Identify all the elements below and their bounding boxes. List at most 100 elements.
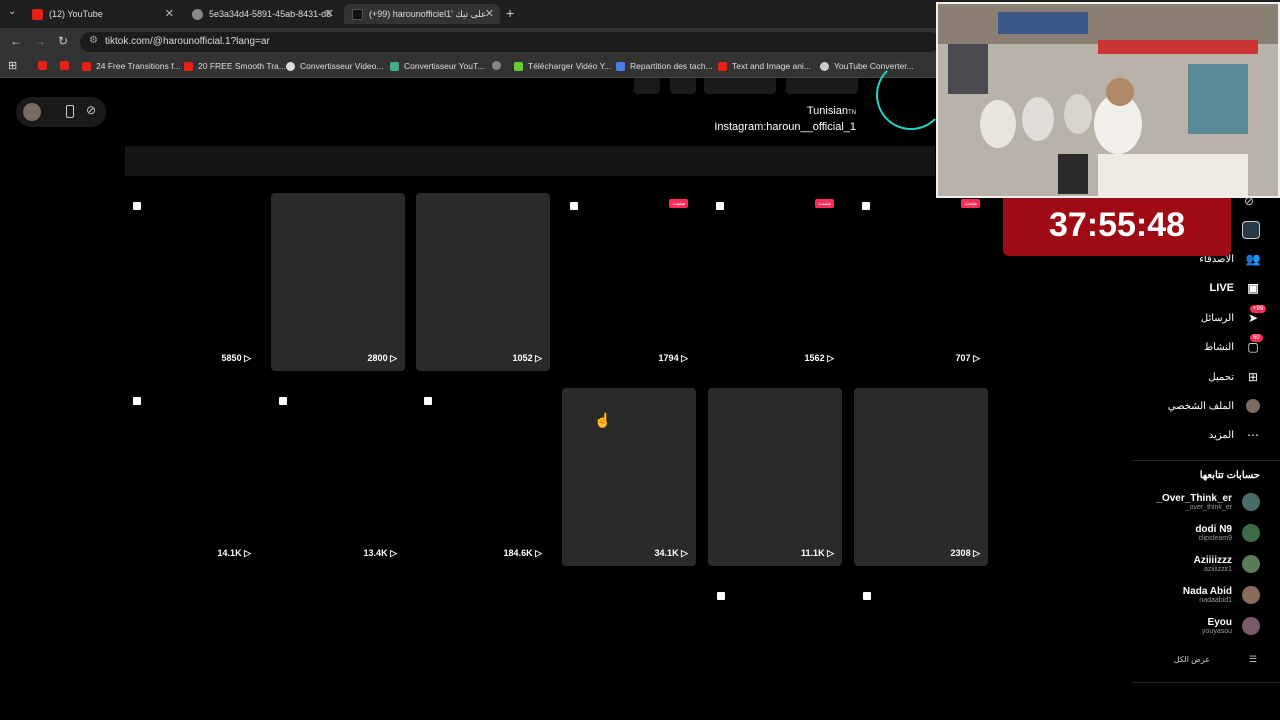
close-tab-icon[interactable]: ✕ <box>325 7 334 20</box>
bookmark-1[interactable]: 24 Free Transitions f... <box>82 61 181 71</box>
site-info-icon[interactable]: ⚙ <box>89 35 98 46</box>
account-handle: aziiiizzz1 <box>1203 566 1232 573</box>
bookmark-4[interactable]: Convertisseur YouT... <box>390 61 484 71</box>
video-card[interactable]: 34.1K ▷ <box>562 388 696 566</box>
video-card[interactable]: 2800 ▷ <box>271 193 405 371</box>
video-card[interactable]: 14.1K ▷ <box>125 388 259 566</box>
photo-carousel-icon <box>279 397 287 405</box>
avatar[interactable] <box>23 103 41 121</box>
video-card[interactable]: مثبت 707 ▷ <box>854 193 988 371</box>
sidebar-item-live[interactable]: LIVE ▣ <box>1210 281 1260 295</box>
sidebar-item-upload[interactable]: تحميل ⊞ <box>1208 370 1260 384</box>
following-account[interactable]: _Over_Think_er _over_think_er <box>1156 493 1260 511</box>
play-icon: ▷ <box>241 353 251 363</box>
sidebar-item-label: النشاط <box>1203 341 1234 353</box>
account-text: dodi N9 clipsteam9 <box>1195 524 1232 542</box>
bookmark-label: Télécharger Vidéo Y... <box>528 61 612 71</box>
view-count-value: 2800 <box>367 353 388 363</box>
apps-grid-icon[interactable]: ⊞ <box>8 59 17 72</box>
view-count: 2308 ▷ <box>951 548 980 559</box>
divider <box>1132 682 1280 683</box>
pinned-badge: مثبت <box>961 199 980 208</box>
tab-youtube[interactable]: (12) YouTube ✕ <box>24 4 180 24</box>
url-field[interactable]: ⚙ tiktok.com/@harounofficial.1?lang=ar <box>80 32 940 52</box>
photo-carousel-icon <box>133 397 141 405</box>
mouse-cursor-icon: ☝ <box>594 412 612 428</box>
sidebar-item-messages[interactable]: الرسائل ➤ +99 <box>1200 305 1267 325</box>
sidebar-item-more[interactable]: المزيد ⋯ <box>1209 428 1260 442</box>
forward-icon[interactable]: → <box>34 34 46 48</box>
sidebar-item-label: الملف الشخصي <box>1167 400 1234 412</box>
download-icon <box>514 61 523 71</box>
globe-icon <box>820 61 829 71</box>
reload-icon[interactable]: ↻ <box>58 34 68 48</box>
video-card[interactable]: مثبت 1794 ▷ <box>562 193 696 371</box>
video-card[interactable]: 11.1K ▷ <box>708 388 842 566</box>
video-card[interactable]: 5850 ▷ <box>125 193 259 371</box>
view-count: 1052 ▷ <box>513 353 542 364</box>
messages-badge: +99 <box>1250 305 1267 313</box>
see-all-link[interactable]: عرض الكل ☰ <box>1174 652 1260 666</box>
bookmark-2[interactable]: 20 FREE Smooth Tra... <box>184 61 286 71</box>
compass-icon[interactable]: ⊘ <box>86 103 96 117</box>
profile-tab[interactable] <box>670 78 696 94</box>
tab-document[interactable]: 5e3a34d4-5891-45ab-8431-d5 ✕ <box>184 4 340 24</box>
view-count: 1562 ▷ <box>805 353 834 364</box>
video-card[interactable]: 2308 ▷ <box>854 388 988 566</box>
live-tv-icon: ▣ <box>1247 281 1259 295</box>
bookmark-3[interactable]: Convertisseur Video... <box>286 61 383 71</box>
following-account[interactable]: dodi N9 clipsteam9 <box>1195 524 1260 542</box>
photo-carousel-icon <box>424 397 432 405</box>
close-tab-icon[interactable]: ✕ <box>165 7 174 20</box>
account-text: Eyou youyasou <box>1202 617 1232 635</box>
video-card[interactable]: 184.6K ▷ <box>416 388 550 566</box>
tab-tiktok[interactable]: (+99) harounofficiel1' على تيك ✕ <box>344 4 500 24</box>
phone-icon[interactable] <box>66 105 74 118</box>
video-card[interactable]: مثبت 1562 ▷ <box>708 193 842 371</box>
bookmark-youtube-1[interactable] <box>38 61 52 70</box>
video-card[interactable]: 13.4K ▷ <box>271 388 405 566</box>
sidebar-item-label: المزيد <box>1208 429 1234 441</box>
profile-button[interactable] <box>786 78 858 94</box>
tab-list-chevron-icon[interactable]: ⌄ <box>8 6 16 17</box>
following-account[interactable]: Eyou youyasou <box>1202 617 1260 635</box>
new-tab-button[interactable]: + <box>506 5 514 21</box>
bookmark-7[interactable]: Text and Image ani... <box>718 61 811 71</box>
url-text: tiktok.com/@harounofficial.1?lang=ar <box>105 36 270 47</box>
following-account[interactable]: Nada Abid nadaabid1 <box>1183 586 1260 604</box>
docs-icon <box>616 61 625 71</box>
play-icon: ▷ <box>241 548 251 558</box>
bookmark-6[interactable]: Repartition des tach... <box>616 61 713 71</box>
avatar <box>1242 586 1260 604</box>
profile-tab[interactable] <box>634 78 660 94</box>
sidebar-item-label: تحميل <box>1208 371 1234 383</box>
bookmark-label: 24 Free Transitions f... <box>96 61 181 71</box>
see-all-label: عرض الكل <box>1173 654 1210 664</box>
following-account[interactable]: Aziiiizzz aziiiizzz1 <box>1194 555 1260 573</box>
bookmark-youtube-2[interactable] <box>60 61 74 70</box>
photo-carousel-icon <box>133 202 141 210</box>
view-count-value: 34.1K <box>654 548 679 558</box>
profile-button[interactable] <box>704 78 776 94</box>
bookmark-5[interactable]: Télécharger Vidéo Y... <box>514 61 611 71</box>
sidebar-item-label: LIVE <box>1209 282 1234 294</box>
account-handle: clipsteam9 <box>1198 535 1232 542</box>
bookmark-label: 20 FREE Smooth Tra... <box>198 61 286 71</box>
video-card[interactable]: 1052 ▷ <box>416 193 550 371</box>
send-icon: ➤ +99 <box>1246 305 1267 325</box>
sidebar-item-activity[interactable]: النشاط ▢ 60 <box>1203 334 1263 354</box>
sidebar-item-profile[interactable]: الملف الشخصي <box>1168 399 1260 413</box>
explore-avatar-icon[interactable] <box>1242 221 1260 239</box>
profile-bio: TunisianTN Instagram:haroun__official_1 <box>714 104 856 134</box>
pinned-badge: مثبت <box>669 199 688 208</box>
compass-icon[interactable]: ⊘ <box>1244 194 1254 208</box>
account-handle: _over_think_er <box>1185 504 1232 511</box>
sidebar-item-label: الرسائل <box>1200 312 1234 324</box>
back-icon[interactable]: ← <box>10 34 22 48</box>
close-tab-icon[interactable]: ✕ <box>485 7 494 20</box>
bookmark-globe[interactable] <box>492 61 506 70</box>
view-count: 5850 ▷ <box>222 353 251 364</box>
photo-carousel-icon <box>717 592 725 600</box>
photo-carousel-icon <box>716 202 724 210</box>
view-count: 11.1K ▷ <box>801 548 834 559</box>
